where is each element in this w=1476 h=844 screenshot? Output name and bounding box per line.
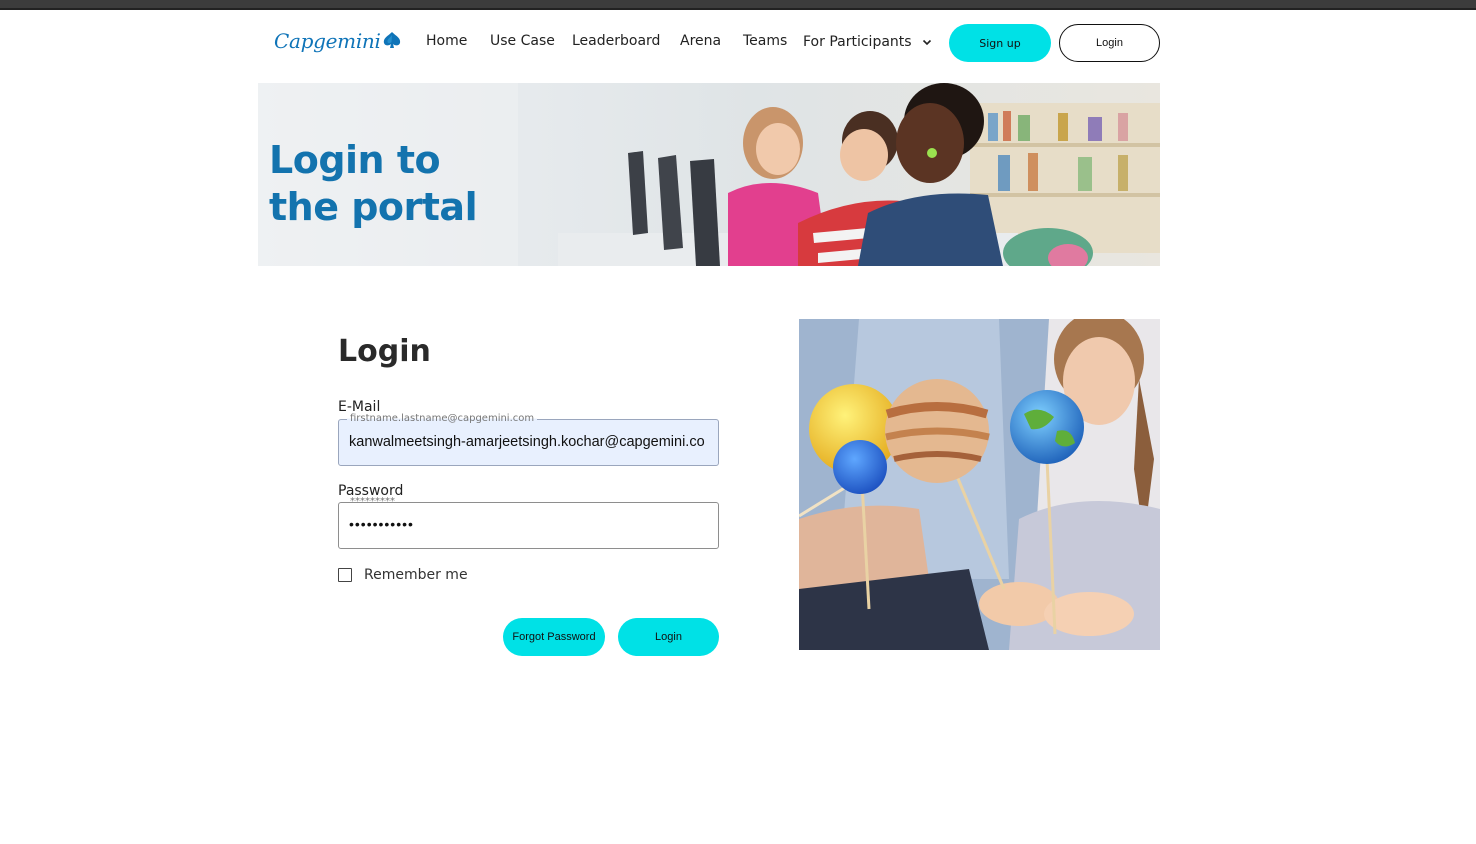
forgot-password-button[interactable]: Forgot Password xyxy=(503,618,605,656)
planets-photo xyxy=(799,319,1160,650)
header-login-button[interactable]: Login xyxy=(1059,24,1160,62)
login-heading: Login xyxy=(338,334,431,369)
login-submit-button[interactable]: Login xyxy=(618,618,719,656)
banner-title-line1: Login to xyxy=(269,138,441,182)
capgemini-logo[interactable]: Capgemini xyxy=(274,26,402,56)
logo-text: Capgemini xyxy=(274,29,381,53)
password-field[interactable]: ********* ••••••••••• xyxy=(338,496,719,549)
email-placeholder: firstname.lastname@capgemini.com xyxy=(347,413,538,424)
nav-teams[interactable]: Teams xyxy=(743,33,787,53)
email-field[interactable]: firstname.lastname@capgemini.com kanwalm… xyxy=(338,413,719,466)
password-placeholder: ********* xyxy=(347,496,398,507)
password-input[interactable]: ••••••••••• xyxy=(349,516,713,532)
banner-title: Login to the portal xyxy=(269,137,478,231)
nav-use-case[interactable]: Use Case xyxy=(490,33,555,53)
remember-me-label: Remember me xyxy=(364,567,468,583)
planets-image xyxy=(799,319,1160,650)
email-input[interactable]: kanwalmeetsingh-amarjeetsingh.kochar@cap… xyxy=(349,434,713,450)
nav-leaderboard[interactable]: Leaderboard xyxy=(572,33,660,53)
browser-top-bar xyxy=(0,0,1476,10)
spade-logo-icon xyxy=(383,32,400,48)
nav-arena[interactable]: Arena xyxy=(680,33,721,53)
chevron-down-icon xyxy=(922,39,931,45)
nav-home[interactable]: Home xyxy=(426,33,467,53)
signup-button[interactable]: Sign up xyxy=(949,24,1051,62)
nav-for-participants-label: For Participants xyxy=(803,34,912,50)
hero-banner: Login to the portal xyxy=(258,83,1160,266)
remember-me-checkbox[interactable] xyxy=(338,568,352,582)
banner-title-line2: the portal xyxy=(269,185,478,229)
nav-for-participants[interactable]: For Participants xyxy=(803,32,932,52)
remember-me[interactable]: Remember me xyxy=(338,567,468,583)
